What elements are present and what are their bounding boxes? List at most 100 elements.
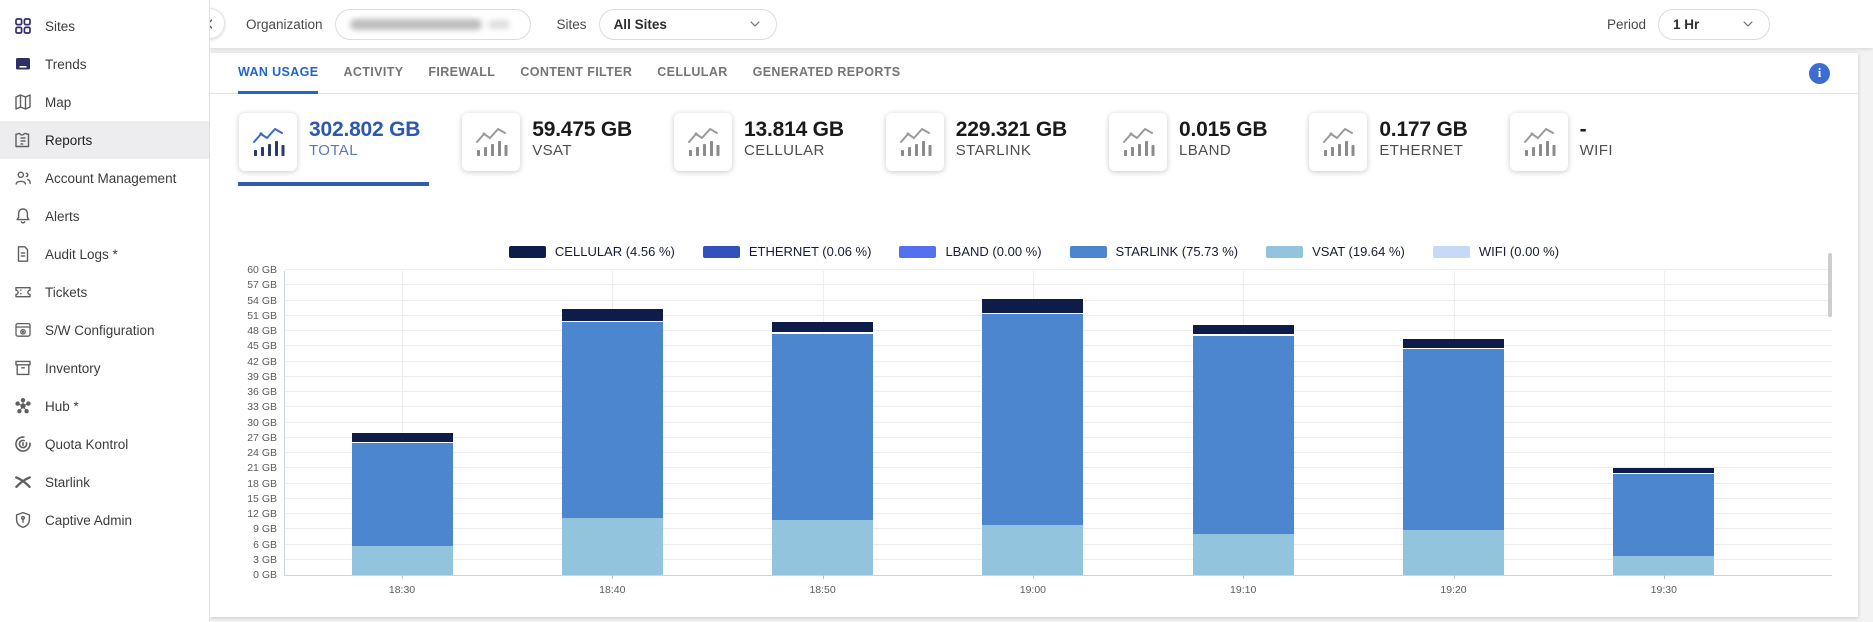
sites-select[interactable]: All Sites bbox=[599, 9, 777, 40]
topbar: Organization Sites All Sites Period 1 Hr bbox=[210, 0, 1873, 48]
stacked-bar-19-30[interactable] bbox=[1613, 468, 1714, 575]
sidebar-item-label: Trends bbox=[45, 57, 87, 72]
stat-label: LBAND bbox=[1179, 142, 1267, 159]
x-axis-label: 19:00 bbox=[1020, 584, 1046, 596]
stacked-bar-18-40[interactable] bbox=[562, 308, 663, 575]
y-axis-label: 54 GB bbox=[227, 295, 277, 307]
legend-item-wifi[interactable]: WIFI (0.00 %) bbox=[1433, 244, 1559, 259]
sidebar-item-s-w-configuration[interactable]: S/W Configuration bbox=[0, 311, 209, 349]
stat-value: 59.475 GB bbox=[532, 118, 632, 142]
tab-generated-reports[interactable]: GENERATED REPORTS bbox=[753, 54, 901, 94]
main-area: Organization Sites All Sites Period 1 Hr… bbox=[210, 0, 1873, 622]
y-axis-label: 57 GB bbox=[227, 279, 277, 291]
sidebar-item-alerts[interactable]: Alerts bbox=[0, 197, 209, 235]
legend-label: WIFI (0.00 %) bbox=[1479, 244, 1559, 259]
stat-value: 13.814 GB bbox=[744, 118, 844, 142]
sidebar-item-inventory[interactable]: Inventory bbox=[0, 349, 209, 387]
tab-wan-usage[interactable]: WAN USAGE bbox=[238, 54, 318, 94]
legend-swatch bbox=[703, 246, 740, 258]
x-axis-label: 19:10 bbox=[1230, 584, 1256, 596]
sidebar-item-captive-admin[interactable]: Captive Admin bbox=[0, 501, 209, 539]
y-axis-label: 9 GB bbox=[227, 523, 277, 535]
y-axis-label: 30 GB bbox=[227, 417, 277, 429]
organization-select[interactable] bbox=[335, 9, 531, 40]
sites-select-value: All Sites bbox=[614, 17, 667, 32]
stacked-bar-19-10[interactable] bbox=[1193, 325, 1294, 575]
organization-value-redacted bbox=[350, 19, 482, 30]
sidebar-item-audit-logs[interactable]: Audit Logs * bbox=[0, 235, 209, 273]
legend-label: CELLULAR (4.56 %) bbox=[555, 244, 675, 259]
legend-item-starlink[interactable]: STARLINK (75.73 %) bbox=[1070, 244, 1239, 259]
bar-segment-cellular bbox=[982, 299, 1083, 314]
y-axis-label: 51 GB bbox=[227, 310, 277, 322]
tab-firewall[interactable]: FIREWALL bbox=[428, 54, 495, 94]
legend-label: LBAND (0.00 %) bbox=[945, 244, 1041, 259]
stacked-bar-19-00[interactable] bbox=[982, 299, 1083, 575]
sidebar-item-label: Starlink bbox=[45, 475, 90, 490]
stat-card-lband[interactable]: 0.015 GBLBAND bbox=[1108, 113, 1276, 186]
sidebar-item-label: Sites bbox=[45, 19, 75, 34]
legend-item-vsat[interactable]: VSAT (19.64 %) bbox=[1266, 244, 1405, 259]
sidebar-item-label: Alerts bbox=[45, 209, 80, 224]
sidebar-item-trends[interactable]: Trends bbox=[0, 45, 209, 83]
sidebar-item-label: Inventory bbox=[45, 361, 101, 376]
scrollbar-thumb[interactable] bbox=[1828, 253, 1832, 317]
legend-swatch bbox=[899, 246, 936, 258]
stat-card-ethernet[interactable]: 0.177 GBETHERNET bbox=[1308, 113, 1476, 186]
stat-label: TOTAL bbox=[309, 142, 420, 159]
chevron-down-icon bbox=[748, 17, 762, 31]
stat-value: - bbox=[1580, 118, 1613, 142]
legend-label: STARLINK (75.73 %) bbox=[1116, 244, 1239, 259]
stacked-bar-18-50[interactable] bbox=[772, 322, 873, 575]
stacked-bar-18-30[interactable] bbox=[352, 433, 453, 575]
inventory-icon bbox=[13, 358, 33, 378]
chart-section: CELLULAR (4.56 %) ETHERNET (0.06 %) LBAND … bbox=[210, 243, 1858, 576]
gridline bbox=[285, 269, 1832, 270]
chevron-down-icon bbox=[1741, 17, 1755, 31]
y-axis-label: 48 GB bbox=[227, 325, 277, 337]
sw-config-icon bbox=[13, 320, 33, 340]
info-icon[interactable]: i bbox=[1809, 63, 1830, 84]
y-axis-label: 27 GB bbox=[227, 432, 277, 444]
organization-label: Organization bbox=[246, 17, 323, 32]
period-select[interactable]: 1 Hr bbox=[1658, 9, 1770, 40]
stat-card-wifi[interactable]: -WIFI bbox=[1509, 113, 1622, 186]
x-axis-label: 18:30 bbox=[389, 584, 415, 596]
y-axis-label: 12 GB bbox=[227, 508, 277, 520]
stat-card-vsat[interactable]: 59.475 GBVSAT bbox=[461, 113, 641, 186]
sidebar-item-sites[interactable]: Sites bbox=[0, 7, 209, 45]
stacked-bar-19-20[interactable] bbox=[1403, 339, 1504, 575]
sidebar-item-hub[interactable]: Hub * bbox=[0, 387, 209, 425]
sidebar: Sites Trends MapReportsAccount Management A… bbox=[0, 0, 210, 622]
bar-segment-starlink bbox=[772, 334, 873, 521]
x-axis-tick bbox=[402, 575, 403, 579]
tab-cellular[interactable]: CELLULAR bbox=[657, 54, 727, 94]
stats-row: 302.802 GBTOTAL 59.475 GBVSAT 13.814 GBCEL… bbox=[210, 94, 1858, 186]
x-axis-label: 18:40 bbox=[599, 584, 625, 596]
legend-label: VSAT (19.64 %) bbox=[1312, 244, 1405, 259]
legend-item-ethernet[interactable]: ETHERNET (0.06 %) bbox=[703, 244, 872, 259]
bar-segment-cellular bbox=[352, 433, 453, 443]
mini-chart-icon bbox=[886, 113, 944, 171]
legend-item-lband[interactable]: LBAND (0.00 %) bbox=[899, 244, 1041, 259]
sidebar-item-tickets[interactable]: Tickets bbox=[0, 273, 209, 311]
stat-card-starlink[interactable]: 229.321 GBSTARLINK bbox=[885, 113, 1076, 186]
bar-segment-cellular bbox=[1193, 325, 1294, 335]
trends-icon bbox=[13, 54, 33, 74]
sidebar-item-map[interactable]: Map bbox=[0, 83, 209, 121]
y-axis-label: 42 GB bbox=[227, 356, 277, 368]
stat-label: CELLULAR bbox=[744, 142, 844, 159]
legend-item-cellular[interactable]: CELLULAR (4.56 %) bbox=[509, 244, 675, 259]
sidebar-item-account-management[interactable]: Account Management bbox=[0, 159, 209, 197]
stat-card-cellular[interactable]: 13.814 GBCELLULAR bbox=[673, 113, 853, 186]
sidebar-item-starlink[interactable]: Starlink bbox=[0, 463, 209, 501]
x-axis-tick bbox=[1664, 575, 1665, 579]
bar-segment-cellular bbox=[1613, 468, 1714, 475]
bar-segment-vsat bbox=[1613, 556, 1714, 575]
sidebar-item-reports[interactable]: Reports bbox=[0, 121, 209, 159]
stat-card-total[interactable]: 302.802 GBTOTAL bbox=[238, 113, 429, 186]
tab-activity[interactable]: ACTIVITY bbox=[343, 54, 403, 94]
stat-label: WIFI bbox=[1580, 142, 1613, 159]
sidebar-item-quota-kontrol[interactable]: Quota Kontrol bbox=[0, 425, 209, 463]
tab-content-filter[interactable]: CONTENT FILTER bbox=[520, 54, 632, 94]
